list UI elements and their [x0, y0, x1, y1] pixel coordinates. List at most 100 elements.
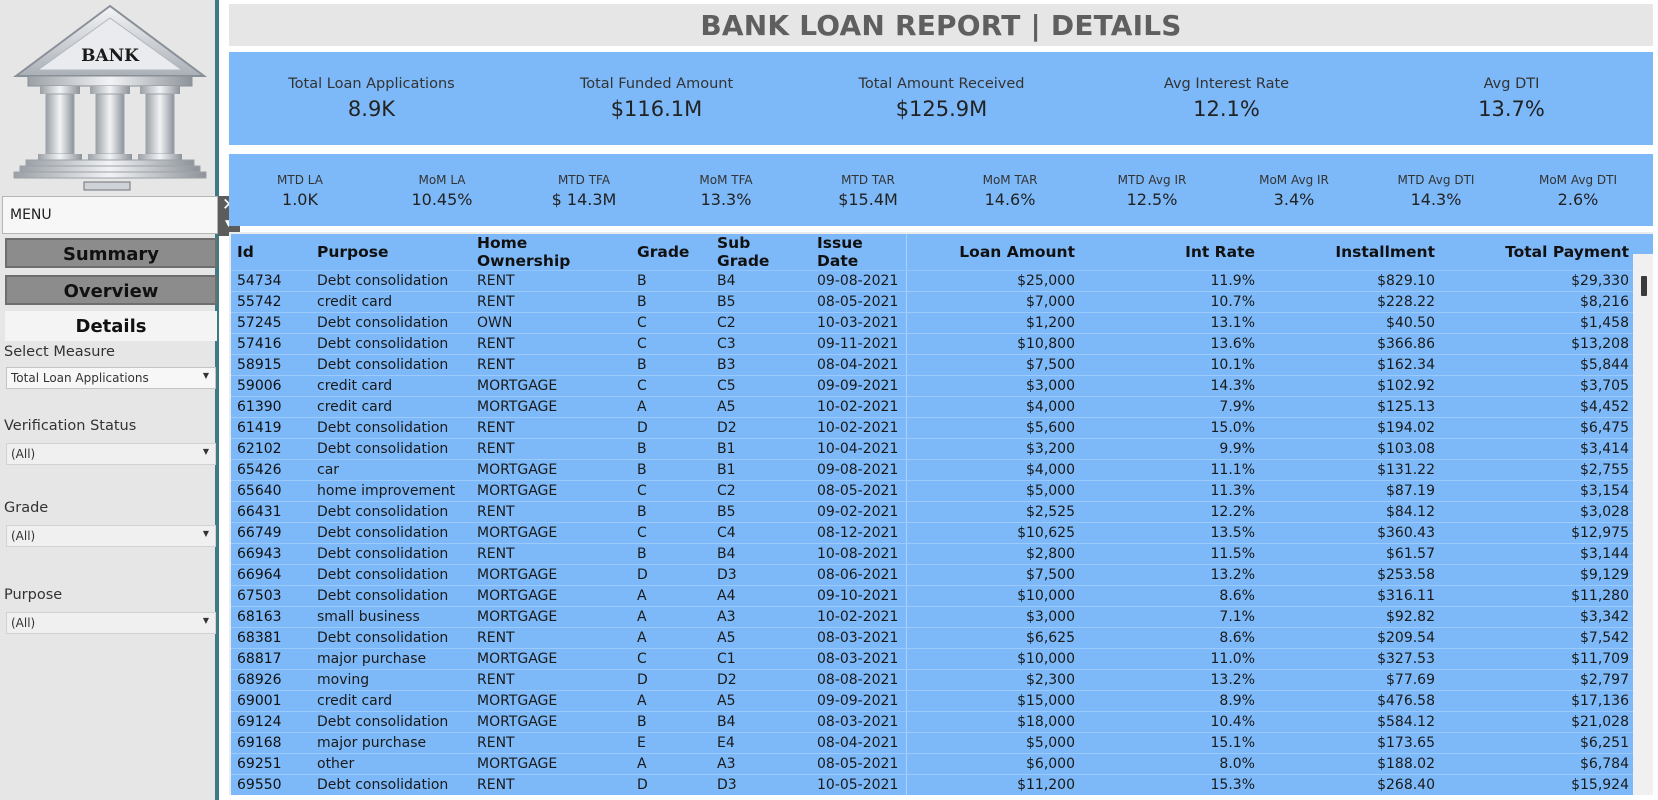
- column-header[interactable]: Int Rate: [1081, 234, 1261, 271]
- table-cell: $15,924: [1441, 774, 1635, 795]
- table-cell: RENT: [471, 417, 631, 439]
- table-cell: B5: [711, 501, 811, 523]
- table-row[interactable]: 68381 Debt consolidation RENT A A5 08-03-2021…: [231, 627, 1635, 649]
- menu-box[interactable]: MENU: [2, 196, 218, 234]
- table-cell: $18,000: [905, 711, 1081, 733]
- table-cell: other: [311, 753, 471, 775]
- column-header[interactable]: Total Payment: [1441, 234, 1635, 271]
- mtd-kpi-label: MoM Avg IR: [1259, 173, 1329, 187]
- table-cell: $188.02: [1261, 753, 1441, 775]
- mtd-kpi-label: MTD Avg DTI: [1397, 173, 1475, 187]
- column-header[interactable]: Issue Date: [811, 234, 906, 271]
- table-row[interactable]: 66749 Debt consolidation MORTGAGE C C4 08-12-…: [231, 522, 1635, 544]
- table-cell: B: [631, 291, 711, 313]
- table-row[interactable]: 68817 major purchase MORTGAGE C C1 08-03-2021…: [231, 648, 1635, 670]
- table-cell: 13.1%: [1081, 312, 1261, 334]
- table-cell: A: [631, 627, 711, 649]
- mtd-kpi-value: 1.0K: [282, 190, 318, 209]
- column-header[interactable]: Home Ownership: [471, 234, 631, 271]
- table-cell: 08-03-2021: [811, 627, 906, 649]
- table-cell: $15,000: [905, 690, 1081, 712]
- table-row[interactable]: 67503 Debt consolidation MORTGAGE A A4 09-10-…: [231, 585, 1635, 607]
- table-row[interactable]: 65640 home improvement MORTGAGE C C2 08-05-20…: [231, 480, 1635, 502]
- table-cell: $7,000: [905, 291, 1081, 313]
- loan-details-table[interactable]: Id Purpose Home Ownership Grade Sub Grad…: [229, 232, 1653, 795]
- nav-overview-button[interactable]: Overview: [5, 275, 217, 305]
- table-cell: $4,000: [905, 396, 1081, 418]
- table-row[interactable]: 59006 credit card MORTGAGE C C5 09-09-2021 $3,…: [231, 375, 1635, 397]
- column-header[interactable]: Loan Amount: [905, 234, 1081, 271]
- table-cell: OWN: [471, 312, 631, 334]
- dashboard: BANK MENU ✕ ▼ Summary Overview Details S: [0, 0, 1658, 800]
- table-row[interactable]: 69251 other MORTGAGE A A3 08-05-2021 $6,000 8.0…: [231, 753, 1635, 775]
- table-cell: $162.34: [1261, 354, 1441, 376]
- table-cell: MORTGAGE: [471, 459, 631, 481]
- table-row[interactable]: 57245 Debt consolidation OWN C C2 10-03-2021 $…: [231, 312, 1635, 334]
- table-cell: credit card: [311, 690, 471, 712]
- table-row[interactable]: 66431 Debt consolidation RENT B B5 09-02-2021…: [231, 501, 1635, 523]
- table-cell: $10,625: [905, 522, 1081, 544]
- column-header[interactable]: Id: [231, 234, 311, 271]
- table-cell: C: [631, 312, 711, 334]
- nav-summary-button[interactable]: Summary: [5, 238, 217, 268]
- purpose-dropdown[interactable]: (All) ▼: [6, 612, 216, 634]
- table-cell: $2,755: [1441, 459, 1635, 481]
- table-row[interactable]: 69168 major purchase RENT E E4 08-04-2021 $5,0…: [231, 732, 1635, 754]
- table-cell: 8.6%: [1081, 585, 1261, 607]
- column-header[interactable]: Purpose: [311, 234, 471, 271]
- column-header[interactable]: Installment: [1261, 234, 1441, 271]
- select-measure-dropdown[interactable]: Total Loan Applications ▼: [6, 367, 216, 389]
- table-cell: $17,136: [1441, 690, 1635, 712]
- table-cell: major purchase: [311, 732, 471, 754]
- table-cell: 11.9%: [1081, 270, 1261, 292]
- scrollbar-thumb[interactable]: [1641, 276, 1647, 296]
- table-cell: E: [631, 732, 711, 754]
- table-row[interactable]: 61419 Debt consolidation RENT D D2 10-02-2021…: [231, 417, 1635, 439]
- table-cell: 10-02-2021: [811, 606, 906, 628]
- table-cell: 68817: [231, 648, 311, 670]
- column-header[interactable]: Sub Grade: [711, 234, 811, 271]
- table-cell: MORTGAGE: [471, 585, 631, 607]
- table-cell: B: [631, 354, 711, 376]
- table-cell: 09-09-2021: [811, 690, 906, 712]
- table-row[interactable]: 69550 Debt consolidation RENT D D3 10-05-2021…: [231, 774, 1635, 795]
- grade-dropdown[interactable]: (All) ▼: [6, 525, 216, 547]
- table-row[interactable]: 66964 Debt consolidation MORTGAGE D D3 08-06-…: [231, 564, 1635, 586]
- table-row[interactable]: 62102 Debt consolidation RENT B B1 10-04-2021…: [231, 438, 1635, 460]
- table-row[interactable]: 65426 car MORTGAGE B B1 09-08-2021 $4,000 11.1%…: [231, 459, 1635, 481]
- table-cell: 08-04-2021: [811, 354, 906, 376]
- chevron-down-icon: ▼: [202, 371, 209, 380]
- table-cell: $131.22: [1261, 459, 1441, 481]
- table-row[interactable]: 61390 credit card MORTGAGE A A5 10-02-2021 $4,…: [231, 396, 1635, 418]
- chevron-down-icon: ▼: [202, 616, 209, 625]
- verification-status-dropdown[interactable]: (All) ▼: [6, 443, 216, 465]
- table-row[interactable]: 69124 Debt consolidation MORTGAGE B B4 08-03-…: [231, 711, 1635, 733]
- table-row[interactable]: 55742 credit card RENT B B5 08-05-2021 $7,000 1…: [231, 291, 1635, 313]
- table-cell: 10-08-2021: [811, 543, 906, 565]
- scrollbar-header-cap: [1633, 234, 1653, 254]
- table-cell: B4: [711, 711, 811, 733]
- table-cell: 68163: [231, 606, 311, 628]
- table-cell: $316.11: [1261, 585, 1441, 607]
- table-cell: Debt consolidation: [311, 438, 471, 460]
- table-row[interactable]: 68163 small business MORTGAGE A A3 10-02-2021…: [231, 606, 1635, 628]
- table-row[interactable]: 68926 moving RENT D D2 08-08-2021 $2,300 13.2% $…: [231, 669, 1635, 691]
- nav-details-button[interactable]: Details: [5, 311, 217, 341]
- table-cell: 09-02-2021: [811, 501, 906, 523]
- table-row[interactable]: 66943 Debt consolidation RENT B B4 10-08-2021…: [231, 543, 1635, 565]
- table-cell: $209.54: [1261, 627, 1441, 649]
- column-header[interactable]: Grade: [631, 234, 711, 271]
- table-row[interactable]: 69001 credit card MORTGAGE A A5 09-09-2021 $15…: [231, 690, 1635, 712]
- mtd-kpi-label: MoM TAR: [982, 173, 1038, 187]
- table-row[interactable]: 58915 Debt consolidation RENT B B3 08-04-2021…: [231, 354, 1635, 376]
- table-cell: $1,458: [1441, 312, 1635, 334]
- mtd-kpi-value: 14.6%: [984, 190, 1036, 209]
- table-row[interactable]: 57416 Debt consolidation RENT C C3 09-11-2021…: [231, 333, 1635, 355]
- table-row[interactable]: 54734 Debt consolidation RENT B B4 09-08-2021…: [231, 270, 1635, 292]
- table-cell: C: [631, 375, 711, 397]
- table-cell: C4: [711, 522, 811, 544]
- table-cell: $10,000: [905, 648, 1081, 670]
- table-cell: 57416: [231, 333, 311, 355]
- table-cell: $5,844: [1441, 354, 1635, 376]
- vertical-scrollbar[interactable]: [1633, 234, 1653, 795]
